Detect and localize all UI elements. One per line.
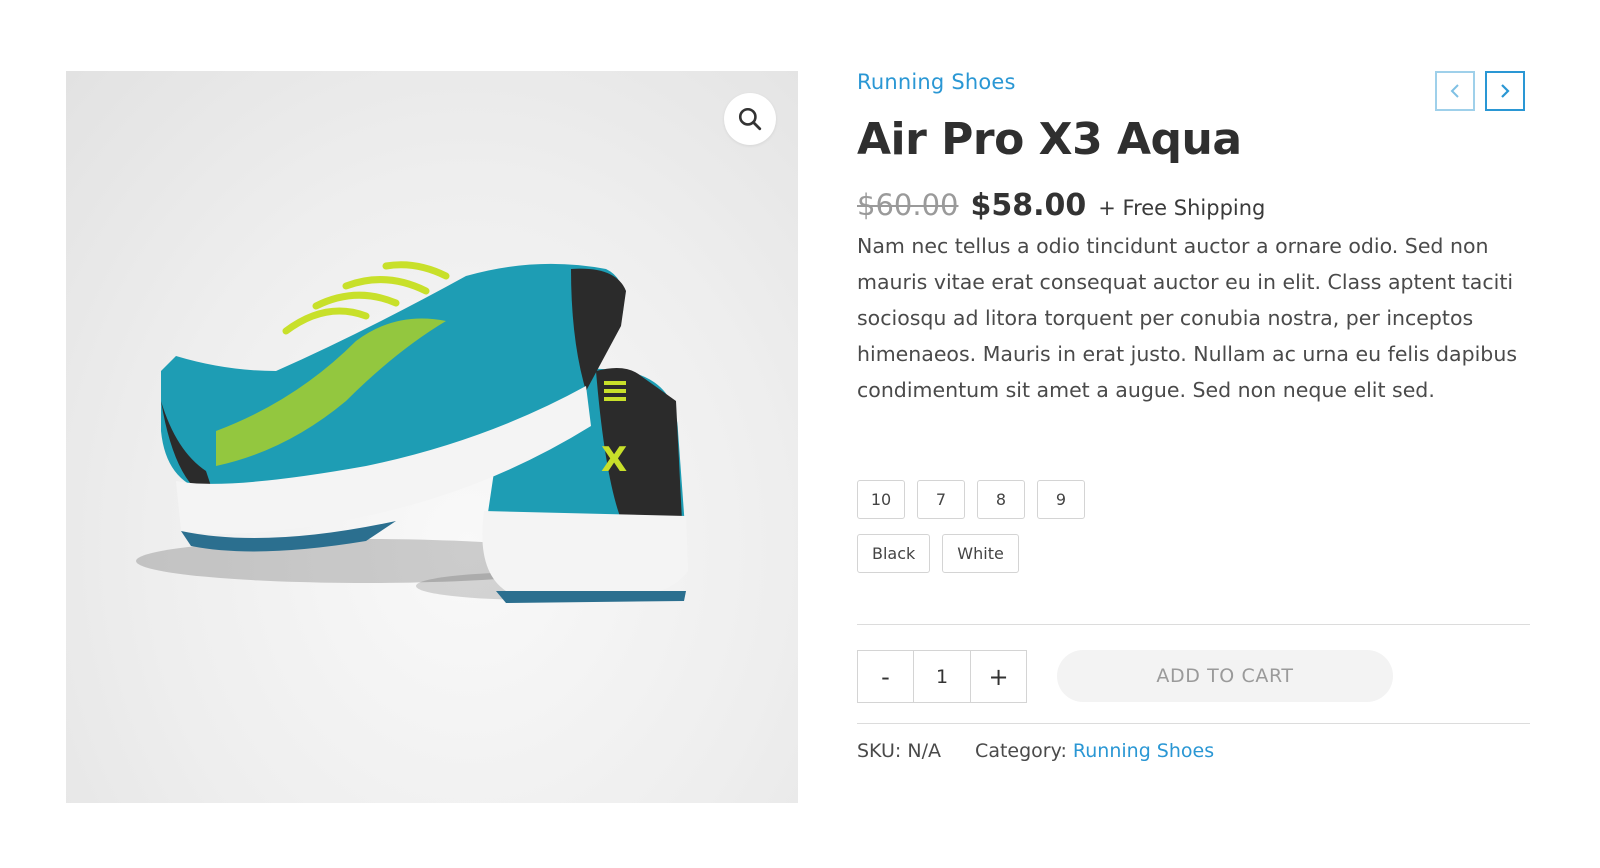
previous-product-button[interactable] bbox=[1435, 71, 1475, 111]
chevron-left-icon bbox=[1450, 84, 1459, 98]
sku-label: SKU: bbox=[857, 740, 902, 762]
sku-value: N/A bbox=[907, 740, 941, 762]
size-option[interactable]: 7 bbox=[917, 480, 965, 519]
category-label: Category: bbox=[975, 740, 1067, 762]
shipping-note: + Free Shipping bbox=[1098, 196, 1266, 220]
svg-text:X: X bbox=[601, 440, 627, 480]
sale-price: $58.00 bbox=[970, 188, 1087, 223]
divider bbox=[857, 624, 1530, 625]
chevron-right-icon bbox=[1501, 84, 1510, 98]
quantity-decrease-button[interactable]: - bbox=[858, 651, 913, 702]
magnifier-icon bbox=[738, 107, 762, 131]
divider bbox=[857, 723, 1530, 724]
category-link[interactable]: Running Shoes bbox=[857, 70, 1016, 94]
size-options: 10 7 8 9 bbox=[857, 480, 1085, 519]
zoom-button[interactable] bbox=[724, 93, 776, 145]
color-options: Black White bbox=[857, 534, 1019, 573]
category-meta-link[interactable]: Running Shoes bbox=[1073, 740, 1214, 762]
size-option[interactable]: 8 bbox=[977, 480, 1025, 519]
quantity-input[interactable] bbox=[913, 651, 971, 702]
regular-price: $60.00 bbox=[857, 188, 959, 222]
quantity-stepper: - + bbox=[857, 650, 1027, 703]
product-gallery: X bbox=[66, 71, 798, 803]
product-image[interactable]: X bbox=[66, 71, 798, 803]
price-row: $60.00 $58.00 + Free Shipping bbox=[857, 188, 1265, 223]
color-option-white[interactable]: White bbox=[942, 534, 1019, 573]
next-product-button[interactable] bbox=[1485, 71, 1525, 111]
size-option[interactable]: 10 bbox=[857, 480, 905, 519]
add-to-cart-button[interactable]: ADD TO CART bbox=[1057, 650, 1393, 702]
sku: SKU: N/A bbox=[857, 740, 947, 762]
product-title: Air Pro X3 Aqua bbox=[857, 114, 1242, 165]
category-meta: Category: Running Shoes bbox=[975, 740, 1214, 762]
color-option-black[interactable]: Black bbox=[857, 534, 931, 573]
product-description: Nam nec tellus a odio tincidunt auctor a… bbox=[857, 234, 1517, 402]
product-meta: SKU: N/A Category: Running Shoes bbox=[857, 740, 1214, 762]
quantity-increase-button[interactable]: + bbox=[971, 651, 1026, 702]
size-option[interactable]: 9 bbox=[1037, 480, 1085, 519]
product-navigation bbox=[1435, 71, 1525, 111]
